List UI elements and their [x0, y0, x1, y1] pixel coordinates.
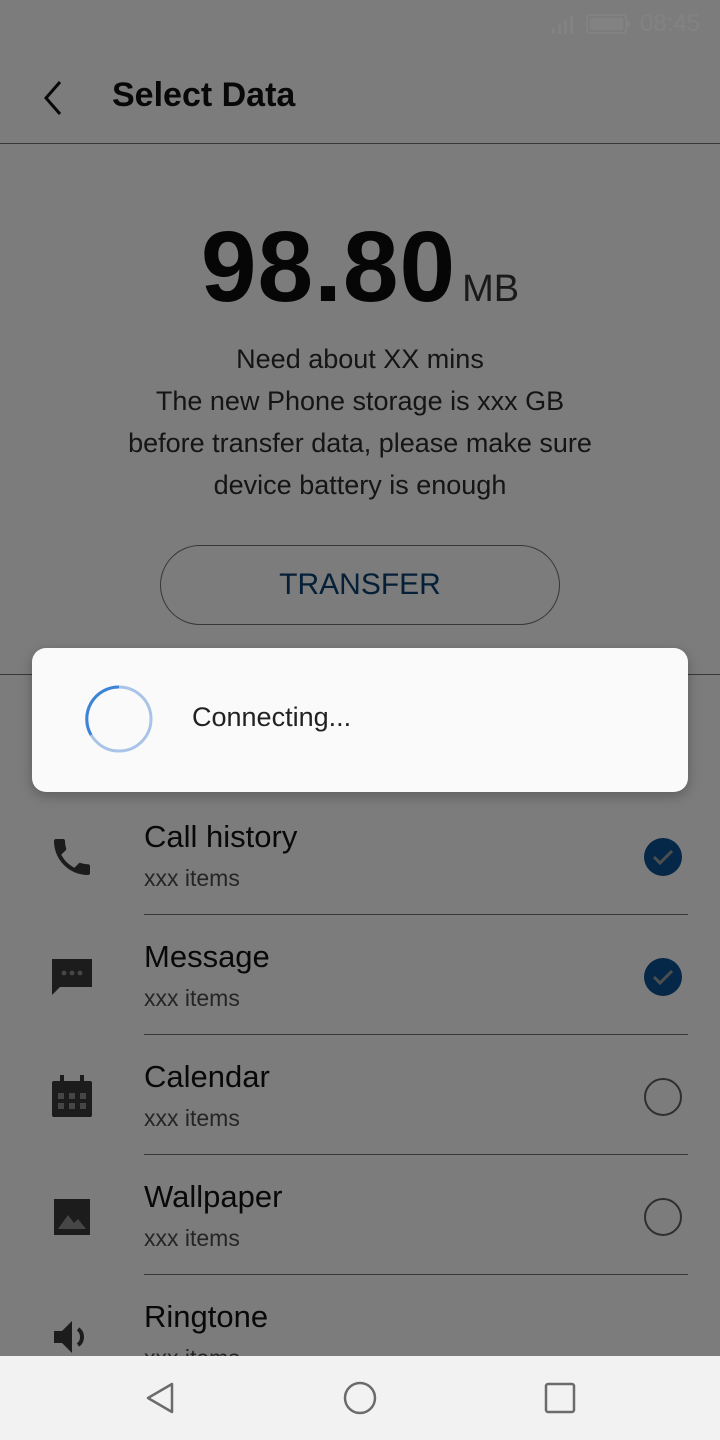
- nav-back-icon[interactable]: [140, 1378, 180, 1418]
- loading-spinner-icon: [85, 685, 153, 753]
- connecting-dialog: Connecting...: [32, 648, 688, 792]
- dialog-message: Connecting...: [192, 702, 352, 732]
- nav-home-icon[interactable]: [340, 1378, 380, 1418]
- system-nav-bar: [0, 1356, 720, 1440]
- nav-recents-icon[interactable]: [540, 1378, 580, 1418]
